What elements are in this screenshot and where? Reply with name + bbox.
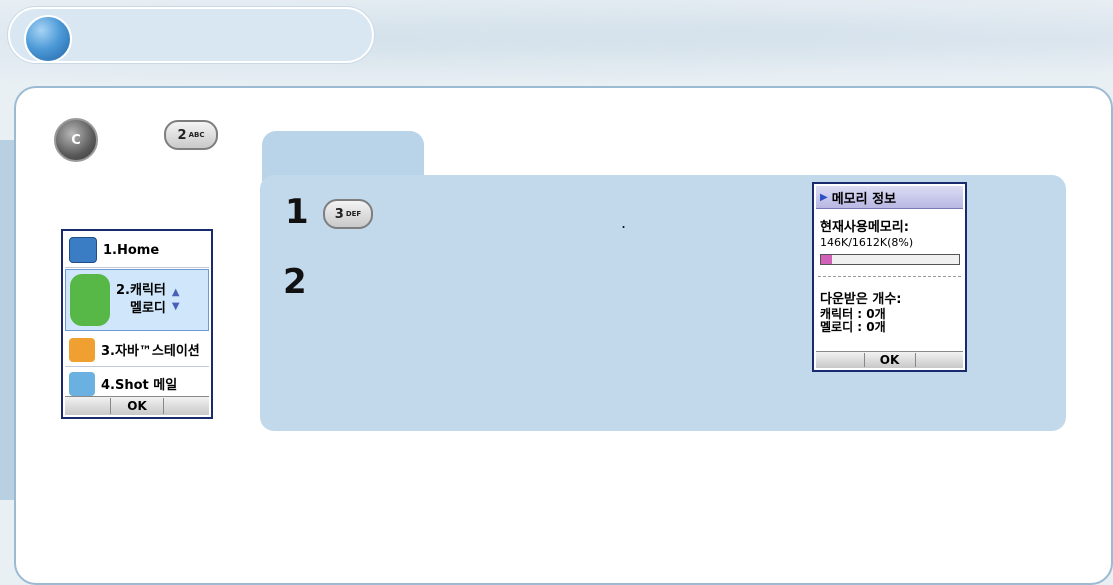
menu-item-label: 3.자바™스테이션 [101,344,200,359]
used-memory-label: 현재사용메모리: [820,220,909,235]
memory-usage-bar-fill [821,255,833,264]
menu-item-home[interactable]: 1.Home [65,233,209,268]
character-icon [70,274,110,326]
phone-menu-screen: 1.Home 2.캐릭터 멜로디 ▲ ▼ 3.자바™스테이션 4.Shot 메일… [61,229,213,419]
key-3-label: 3 [334,206,344,222]
menu-item-character-melody[interactable]: 2.캐릭터 멜로디 ▲ ▼ [65,269,209,331]
home-icon [69,237,97,263]
end-key-icon: C [54,118,98,162]
mail-icon [69,371,95,396]
menu-item-label: 4.Shot 메일 [101,378,178,393]
scroll-up-icon: ▲ [171,287,180,298]
menu-item-shot-mail[interactable]: 4.Shot 메일 [65,369,209,399]
softkey-bar: OK [816,351,963,368]
key-3-icon: 3 DEF [323,199,373,229]
scroll-down-icon: ▼ [171,301,180,312]
menu-item-label: 1.Home [103,242,160,258]
memory-screen-title-bar: ▶ 메모리 정보 [816,186,963,209]
melody-count-line: 멜로디 : 0개 [820,320,886,334]
scroll-arrows: ▲ ▼ [172,286,180,314]
step-text-dot: . [621,213,627,232]
used-memory-value: 146K/1612K(8%) [820,236,914,249]
key-2-icon: 2 ABC [164,120,218,150]
menu-item-java-station[interactable]: 3.자바™스테이션 [65,333,209,367]
softkey-bar: OK [65,396,209,415]
java-icon [69,337,95,362]
ok-softkey[interactable]: OK [863,353,916,367]
step-number-2: 2 [283,262,307,302]
divider [818,276,961,277]
memory-screen-title: 메모리 정보 [831,191,897,207]
page-title-pill [8,7,374,63]
ok-softkey[interactable]: OK [110,398,164,414]
memory-info-screen: ▶ 메모리 정보 현재사용메모리: 146K/1612K(8%) 다운받은 개수… [812,182,967,372]
end-key-label: C [71,132,81,148]
menu-item-label-line1: 2.캐릭터 [116,283,166,298]
title-orb-icon [24,15,72,63]
content-tab-header [262,131,424,181]
memory-usage-bar [820,254,960,265]
menu-item-label: 2.캐릭터 멜로디 [116,282,166,318]
menu-item-label-line2: 멜로디 [129,301,166,316]
key-2-label: 2 [177,127,187,143]
download-count-label: 다운받은 개수: [820,292,902,307]
triangle-icon: ▶ [820,191,828,203]
step-number-1: 1 [285,192,309,232]
